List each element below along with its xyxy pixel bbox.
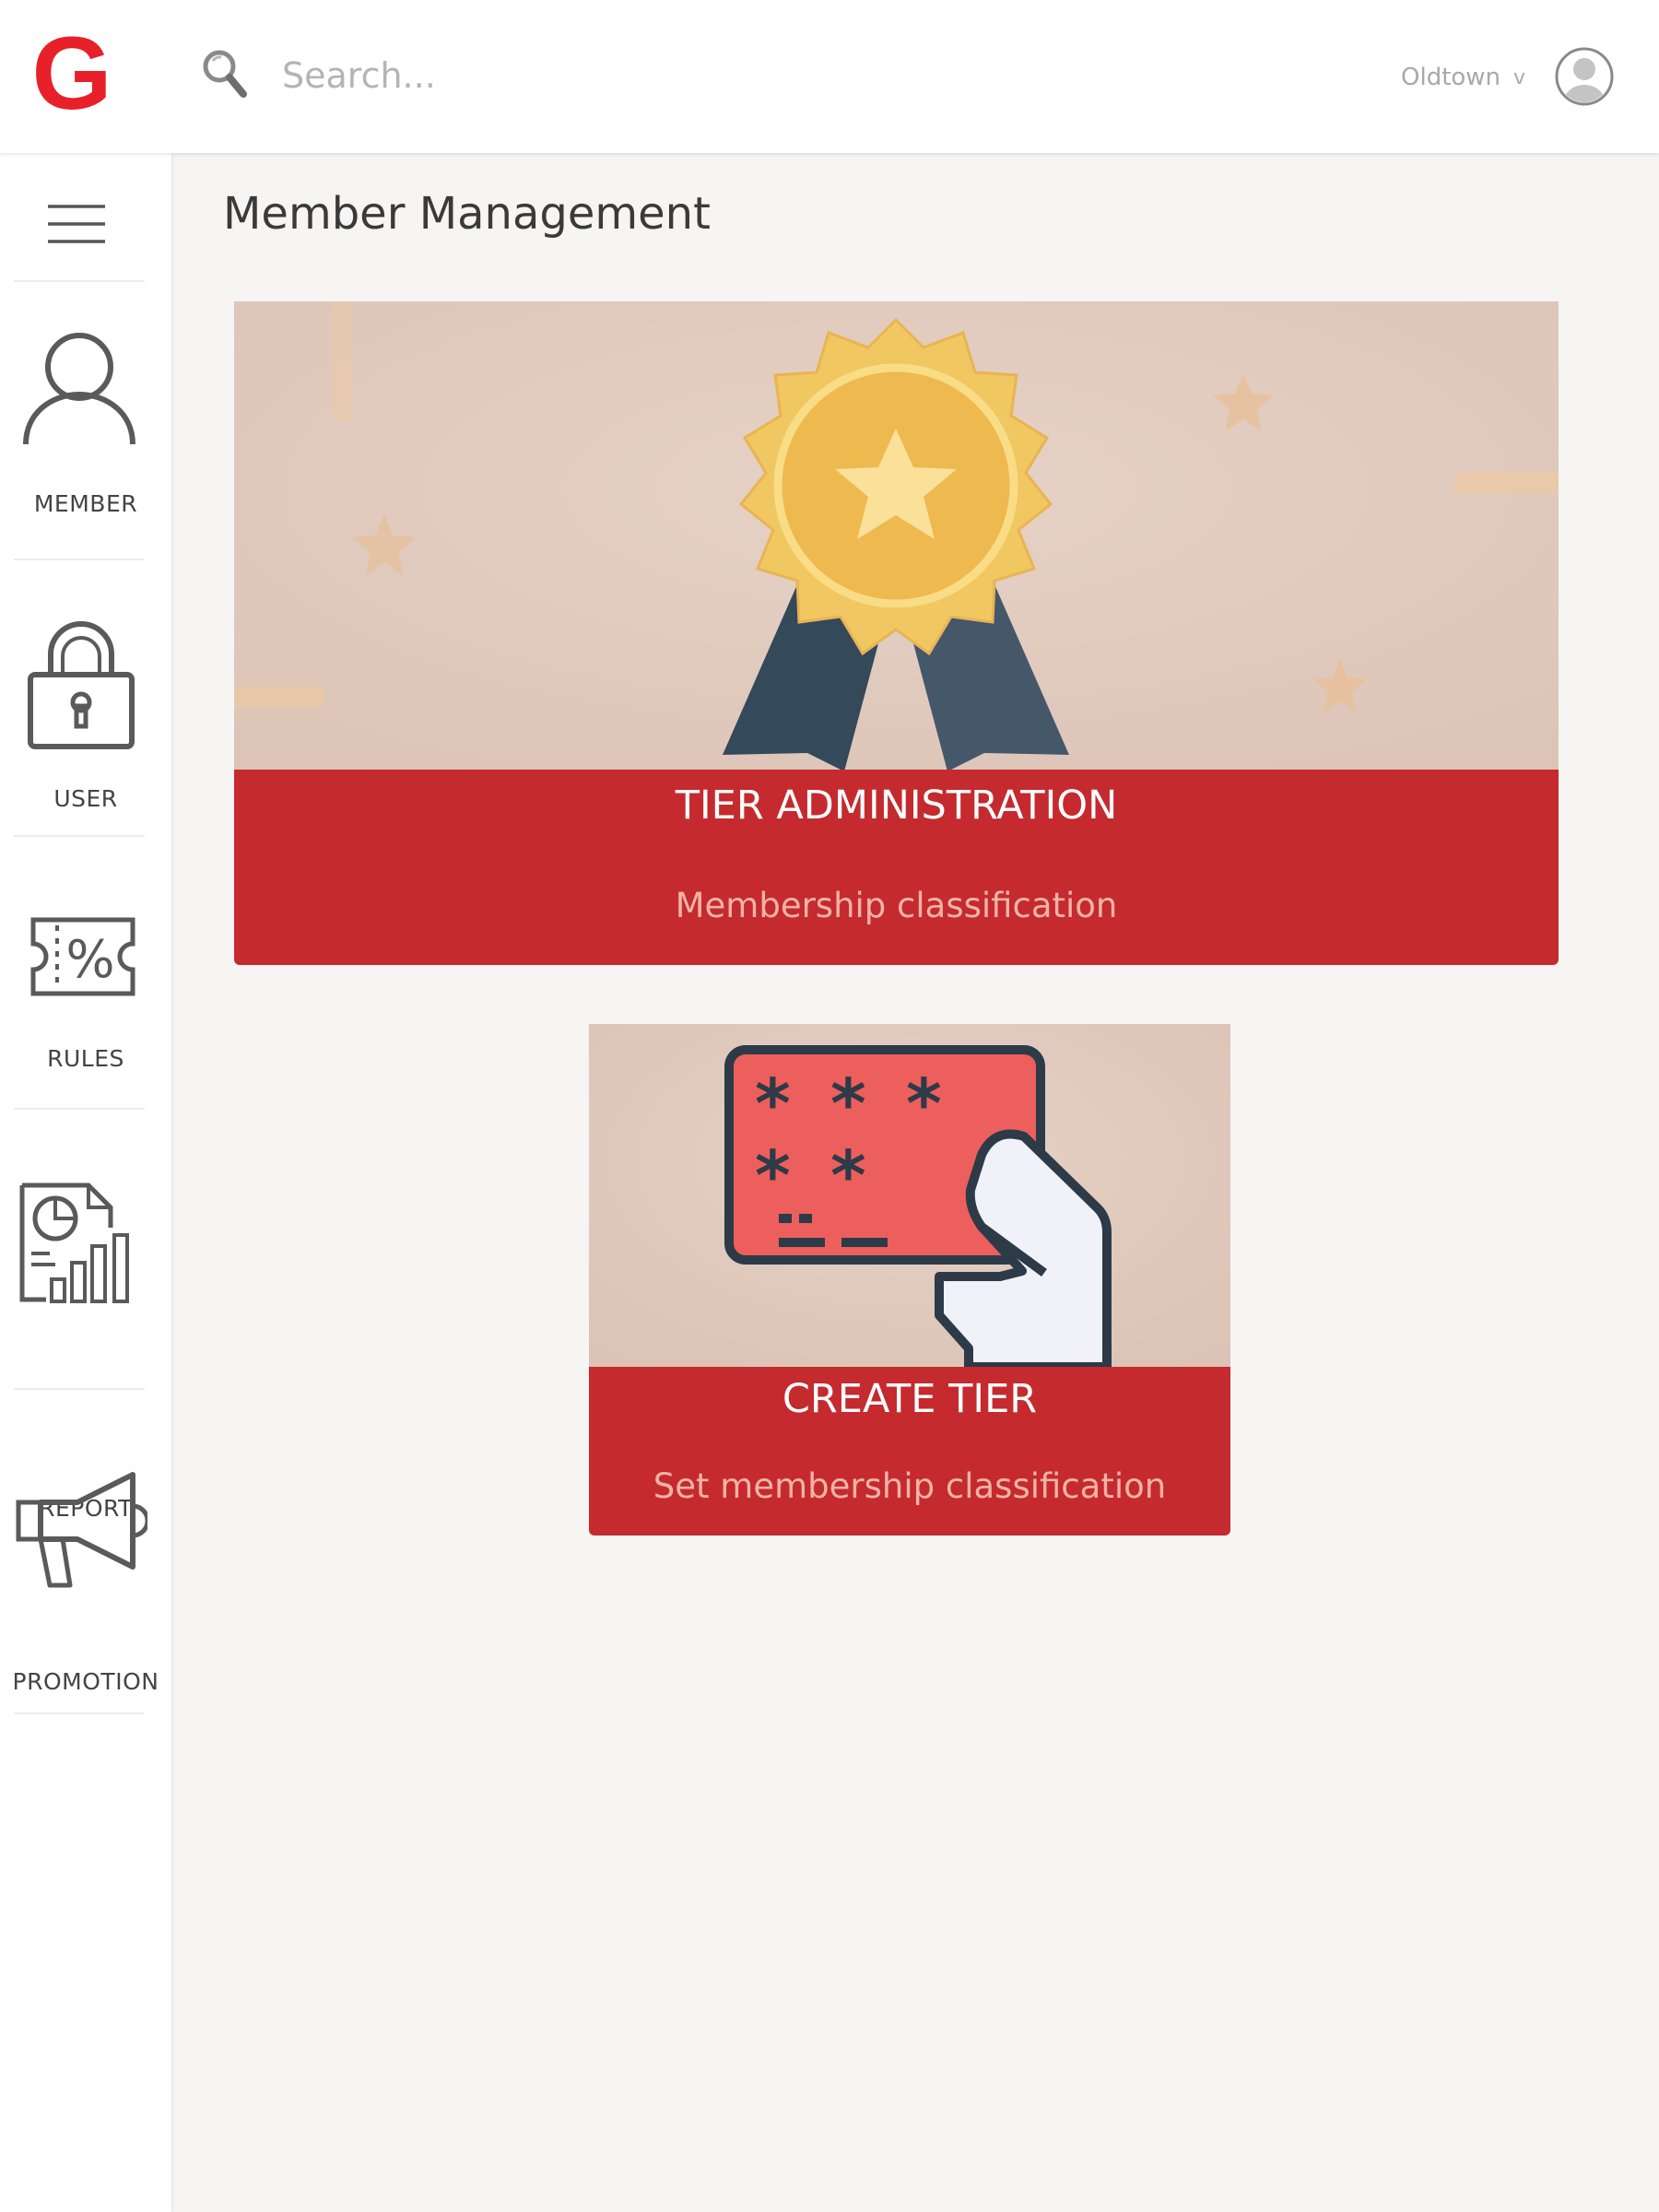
sidebar-item-label: RULES bbox=[47, 1045, 124, 1072]
svg-text:*: * bbox=[830, 1065, 866, 1144]
sidebar-item-label: USER bbox=[53, 785, 118, 812]
avatar[interactable] bbox=[1554, 46, 1615, 107]
sidebar: MEMBER USER % RULES REPORT PROMOTION bbox=[0, 153, 171, 2212]
sidebar-divider bbox=[14, 835, 145, 837]
rules-percent-ticket-icon: % bbox=[30, 917, 135, 996]
sidebar-item-label: PROMOTION bbox=[12, 1668, 159, 1695]
sidebar-item-label: MEMBER bbox=[33, 490, 138, 517]
page-title: Member Management bbox=[223, 188, 711, 240]
sidebar-item-user[interactable]: USER bbox=[0, 614, 171, 812]
award-medal-icon bbox=[234, 301, 1559, 771]
sidebar-divider bbox=[14, 280, 145, 282]
sidebar-item-report[interactable]: REPORT bbox=[0, 1182, 171, 1522]
sidebar-item-rules[interactable]: % RULES bbox=[0, 912, 171, 1088]
promotion-megaphone-icon bbox=[16, 1472, 147, 1588]
brand-logo[interactable]: G bbox=[26, 16, 118, 131]
hamburger-menu-icon[interactable] bbox=[46, 201, 107, 247]
card-title: CREATE TIER bbox=[782, 1376, 1038, 1422]
report-chart-icon bbox=[19, 1182, 129, 1303]
card-in-hand-icon: * * * * * bbox=[589, 1024, 1230, 1367]
svg-text:*: * bbox=[830, 1136, 866, 1216]
location-dropdown[interactable]: Oldtown v bbox=[1401, 57, 1525, 98]
card-subtitle: Membership classification bbox=[675, 886, 1118, 925]
card-banner: TIER ADMINISTRATION Membership classific… bbox=[234, 770, 1559, 965]
search-icon[interactable] bbox=[201, 48, 249, 100]
svg-text:%: % bbox=[65, 930, 114, 990]
sidebar-item-member[interactable]: MEMBER bbox=[0, 328, 171, 531]
svg-text:*: * bbox=[755, 1065, 791, 1144]
sidebar-divider bbox=[14, 1108, 145, 1110]
card-banner: CREATE TIER Set membership classificatio… bbox=[589, 1367, 1230, 1535]
create-tier-card[interactable]: * * * * * CREATE TIER Set membership classi… bbox=[589, 1024, 1230, 1535]
location-value: Oldtown bbox=[1401, 64, 1501, 91]
search-input[interactable] bbox=[280, 44, 929, 107]
svg-text:*: * bbox=[906, 1065, 942, 1144]
chevron-down-icon: v bbox=[1513, 65, 1526, 89]
card-title: TIER ADMINISTRATION bbox=[675, 782, 1118, 829]
svg-text:*: * bbox=[755, 1136, 791, 1216]
tier-administration-card[interactable]: TIER ADMINISTRATION Membership classific… bbox=[234, 301, 1559, 965]
top-header: G Oldtown v bbox=[0, 0, 1659, 153]
sidebar-divider bbox=[14, 559, 145, 560]
sidebar-item-promotion[interactable]: PROMOTION bbox=[0, 1471, 171, 1695]
avatar-icon bbox=[1555, 47, 1614, 106]
g-logo-icon: G bbox=[31, 16, 112, 131]
sidebar-divider bbox=[14, 1388, 145, 1390]
card-subtitle: Set membership classification bbox=[653, 1466, 1167, 1506]
svg-text:G: G bbox=[31, 28, 112, 120]
user-lock-icon bbox=[28, 621, 135, 749]
sidebar-divider bbox=[14, 1712, 145, 1714]
member-person-icon bbox=[23, 333, 135, 445]
